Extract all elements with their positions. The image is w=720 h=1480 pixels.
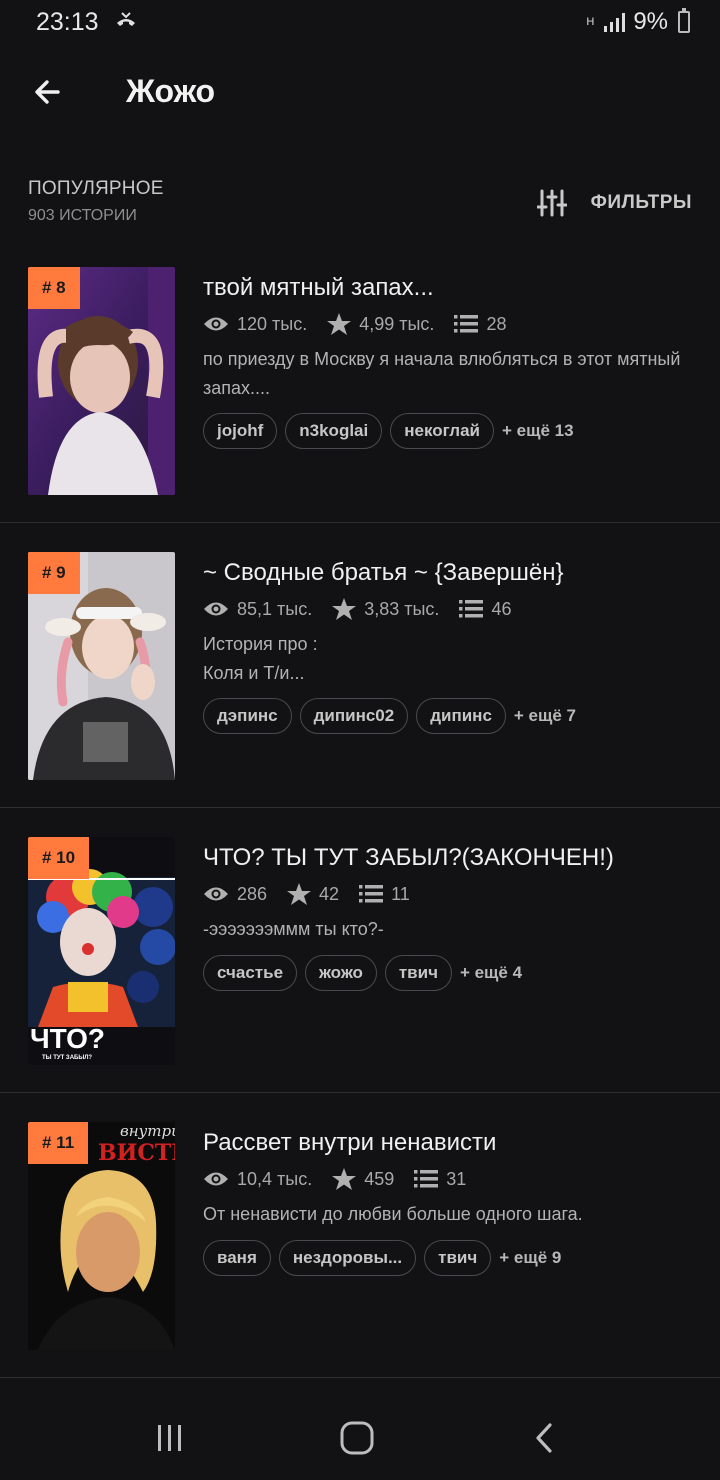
nav-back-icon[interactable] [524,1418,564,1458]
app-header: Жожо [0,60,720,124]
filters-button[interactable]: ФИЛЬТРЫ [536,188,692,218]
battery-percent: 9% [633,8,668,35]
reads-count: 120 тыс. [237,313,308,334]
eye-icon [203,1170,229,1188]
tag-chip[interactable]: jojohf [203,413,278,449]
story-stats: 120 тыс. 4,99 тыс. 28 [203,313,526,335]
reads-count: 85,1 тыс. [237,598,313,619]
story-stats: 286 42 11 [203,883,430,905]
star-icon [327,313,352,335]
missed-call-icon [117,12,135,26]
list-icon [459,599,484,619]
list-icon [359,884,384,904]
rank-badge: # 9 [28,552,80,594]
tag-list: дэпинс дипинс02 дипинс + ещё 7 [203,698,576,734]
story-title[interactable]: ЧТО? ТЫ ТУТ ЗАБЫЛ?(ЗАКОНЧЕН!) [203,844,614,872]
arrow-left-icon[interactable] [28,72,68,112]
status-right: H 9% [583,8,690,36]
list-icon [414,1169,439,1189]
story-count: 903 ИСТОРИИ [28,207,137,224]
story-description: История про : Коля и Т/и... [203,634,318,683]
story-cover[interactable]: # 11 внутри ВИСТИ [28,1122,175,1350]
home-icon[interactable] [337,1418,377,1458]
tag-chip[interactable]: твич [424,1240,492,1276]
parts-count: 28 [486,313,507,334]
list-icon [454,314,479,334]
parts-count: 46 [491,598,512,619]
story-cover[interactable]: # 9 [28,552,175,780]
cover-text: ЧТО? [30,1023,105,1054]
tag-chip[interactable]: счастье [203,955,298,991]
tag-list: счастье жожо твич + ещё 4 [203,955,522,991]
list-subheader: ПОПУЛЯРНОЕ 903 ИСТОРИИ ФИЛЬТРЫ [0,178,720,238]
story-cover[interactable]: # 8 [28,267,175,495]
story-title[interactable]: Рассвет внутри ненависти [203,1129,496,1157]
cover-text: ВИСТИ [98,1140,175,1166]
story-stats: 85,1 тыс. 3,83 тыс. 46 [203,598,531,620]
eye-icon [203,315,229,333]
votes-count: 459 [364,1168,395,1189]
tag-chip[interactable]: дэпинс [203,698,292,734]
more-tags[interactable]: + ещё 9 [499,1248,561,1268]
rank-badge: # 11 [28,1122,89,1164]
tag-chip[interactable]: дипинс02 [299,698,409,734]
tag-chip[interactable]: нездоровы... [278,1240,417,1276]
system-nav-bar [0,1394,720,1480]
sliders-icon [536,189,567,217]
eye-icon [203,885,229,903]
rank-badge: # 10 [28,837,90,879]
story-title[interactable]: твой мятный запах... [203,274,434,302]
votes-count: 4,99 тыс. [359,313,435,334]
network-type: H [586,16,595,28]
story-item[interactable]: # 10 ЧТО? ТЫ ТУТ ЗАБЫЛ? ЧТО? ТЫ ТУТ ЗАБЫ… [0,808,720,1093]
story-item[interactable]: # 9 ~ Сводные братья ~ {Завершён} 85,1 т… [0,523,720,808]
eye-icon [203,600,229,618]
battery-icon [678,8,690,33]
star-icon [287,883,312,905]
tag-chip[interactable]: ваня [203,1240,271,1276]
story-description: От ненависти до любви больше одного шага… [203,1204,583,1224]
filters-label: ФИЛЬТРЫ [590,192,692,213]
story-title[interactable]: ~ Сводные братья ~ {Завершён} [203,559,564,587]
story-item[interactable]: # 8 твой мятный запах... 120 тыс. 4,99 т… [0,238,720,523]
rank-badge: # 8 [28,267,80,309]
recents-icon[interactable] [150,1418,190,1458]
star-icon [332,1168,357,1190]
sort-label: ПОПУЛЯРНОЕ [28,178,164,199]
more-tags[interactable]: + ещё 4 [460,963,522,983]
status-time: 23:13 [36,8,99,36]
cover-script: внутри [120,1122,175,1140]
tag-list: jojohf n3koglai некоглай + ещё 13 [203,413,574,449]
reads-count: 286 [237,883,268,904]
tag-chip[interactable]: некоглай [390,413,494,449]
tag-chip[interactable]: жожо [305,955,377,991]
more-tags[interactable]: + ещё 13 [502,421,574,441]
story-cover[interactable]: # 10 ЧТО? ТЫ ТУТ ЗАБЫЛ? [28,837,175,1065]
story-stats: 10,4 тыс. 459 31 [203,1168,486,1190]
tag-chip[interactable]: твич [384,955,452,991]
tag-chip[interactable]: n3koglai [285,413,383,449]
tag-list: ваня нездоровы... твич + ещё 9 [203,1240,561,1276]
status-bar: 23:13 H 9% [0,0,720,44]
tag-chip[interactable]: дипинс [416,698,506,734]
story-item[interactable]: # 11 внутри ВИСТИ Рассвет внутри ненавис… [0,1093,720,1378]
page-title: Жожо [126,73,216,109]
signal-icon [604,13,626,32]
parts-count: 11 [391,883,410,904]
cover-subtext: ТЫ ТУТ ЗАБЫЛ? [42,1055,93,1061]
votes-count: 3,83 тыс. [364,598,440,619]
story-description: -эээээээммм ты кто?- [203,919,384,939]
parts-count: 31 [446,1168,467,1189]
votes-count: 42 [319,883,340,904]
star-icon [332,598,357,620]
reads-count: 10,4 тыс. [237,1168,313,1189]
story-description: по приезду в Москву я начала влюбляться … [203,349,681,398]
more-tags[interactable]: + ещё 7 [514,706,576,726]
